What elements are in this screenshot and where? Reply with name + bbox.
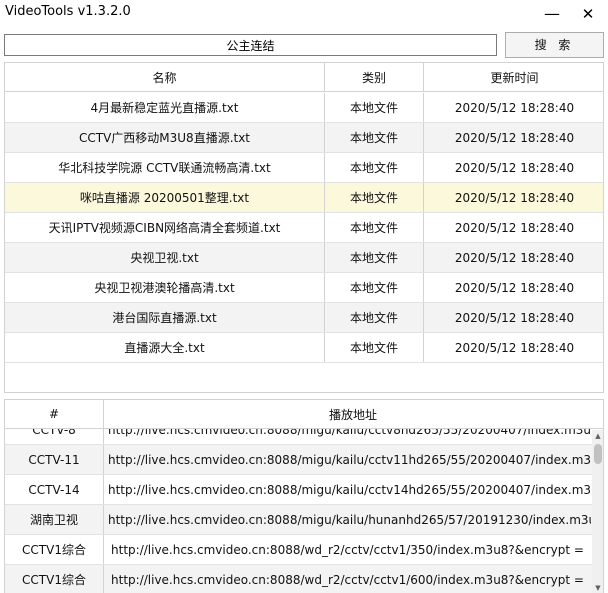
file-table-header: 名称 类别 更新时间 xyxy=(5,63,603,92)
channel-name-cell: CCTV1综合 xyxy=(5,535,104,564)
file-name-cell: 华北科技学院源 CCTV联通流畅高清.txt xyxy=(5,153,325,182)
file-type-cell: 本地文件 xyxy=(325,123,424,152)
channel-name-cell: 湖南卫视 xyxy=(5,505,104,534)
channel-name-cell: CCTV-11 xyxy=(5,445,104,474)
file-type-cell: 本地文件 xyxy=(325,273,424,302)
scroll-down-icon[interactable]: ▼ xyxy=(592,582,603,593)
play-url-cell: http://live.hcs.cmvideo.cn:8088/wd_r2/cc… xyxy=(111,542,584,557)
file-name-cell: 4月最新稳定蓝光直播源.txt xyxy=(5,93,325,122)
file-type-cell: 本地文件 xyxy=(325,93,424,122)
table-row[interactable]: 央视卫视港澳轮播高清.txt 本地文件 2020/5/12 18:28:40 xyxy=(5,273,603,303)
updated-time-cell: 2020/5/12 18:28:40 xyxy=(454,190,575,205)
play-url-cell: http://live.hcs.cmvideo.cn:8088/wd_r2/cc… xyxy=(111,572,584,587)
updated-time-cell: 2020/5/12 18:28:40 xyxy=(454,220,575,235)
table-row[interactable]: CCTV-11 http://live.hcs.cmvideo.cn:8088/m… xyxy=(5,445,593,475)
file-name-cell: 港台国际直播源.txt xyxy=(5,303,325,332)
close-icon[interactable]: ✕ xyxy=(574,0,602,28)
table-row[interactable]: CCTV1综合 http://live.hcs.cmvideo.cn:8088/w… xyxy=(5,565,593,593)
file-name-cell: CCTV广西移动M3U8直播源.txt xyxy=(5,123,325,152)
search-button[interactable]: 搜 索 xyxy=(505,32,604,58)
scroll-up-icon[interactable]: ▲ xyxy=(592,430,603,442)
channel-name-cell: CCTV-14 xyxy=(5,475,104,504)
updated-time-cell: 2020/5/12 18:28:40 xyxy=(454,100,575,115)
vertical-scrollbar[interactable]: ▲ ▼ xyxy=(592,430,603,593)
minimize-icon[interactable]: — xyxy=(538,0,566,28)
column-header-url[interactable]: 播放地址 xyxy=(104,400,602,428)
play-url-cell: http://live.hcs.cmvideo.cn:8088/migu/kai… xyxy=(108,452,591,467)
file-type-cell: 本地文件 xyxy=(325,183,424,212)
updated-time-cell: 2020/5/12 18:28:40 xyxy=(454,310,575,325)
file-name-cell: 央视卫视.txt xyxy=(5,243,325,272)
file-name-cell: 天讯IPTV视频源CIBN网络高清全套频道.txt xyxy=(5,213,325,242)
table-row[interactable]: CCTV-8 http://live.hcs.cmvideo.cn:8088/mi… xyxy=(5,429,593,445)
table-row[interactable]: CCTV1综合 http://live.hcs.cmvideo.cn:8088/w… xyxy=(5,535,593,565)
file-type-cell: 本地文件 xyxy=(325,213,424,242)
file-name-cell: 央视卫视港澳轮播高清.txt xyxy=(5,273,325,302)
table-row[interactable]: CCTV-14 http://live.hcs.cmvideo.cn:8088/m… xyxy=(5,475,593,505)
play-url-cell: http://live.hcs.cmvideo.cn:8088/migu/kai… xyxy=(108,429,591,437)
table-row[interactable]: CCTV广西移动M3U8直播源.txt 本地文件 2020/5/12 18:28:4… xyxy=(5,123,603,153)
column-header-type[interactable]: 类别 xyxy=(325,63,424,91)
column-header-index[interactable]: # xyxy=(5,400,104,428)
table-row[interactable]: 港台国际直播源.txt 本地文件 2020/5/12 18:28:40 xyxy=(5,303,603,333)
url-rows: CCTV-8 http://live.hcs.cmvideo.cn:8088/mi… xyxy=(5,429,603,593)
url-table-header: # 播放地址 xyxy=(5,400,603,429)
play-url-cell: http://live.hcs.cmvideo.cn:8088/migu/kai… xyxy=(108,482,591,497)
title-bar: VideoTools v1.3.2.0 — ✕ xyxy=(0,0,608,28)
file-type-cell: 本地文件 xyxy=(325,153,424,182)
file-list-table: 名称 类别 更新时间 4月最新稳定蓝光直播源.txt 本地文件 2020/5/12 … xyxy=(4,62,604,393)
table-row[interactable]: 天讯IPTV视频源CIBN网络高清全套频道.txt 本地文件 2020/5/12 1… xyxy=(5,213,603,243)
table-row[interactable]: 直播源大全.txt 本地文件 2020/5/12 18:28:40 xyxy=(5,333,603,363)
table-row[interactable]: 4月最新稳定蓝光直播源.txt 本地文件 2020/5/12 18:28:40 xyxy=(5,93,603,123)
channel-name-cell: CCTV-8 xyxy=(5,429,104,444)
updated-time-cell: 2020/5/12 18:28:40 xyxy=(454,280,575,295)
file-name-cell: 咪咕直播源 20200501整理.txt xyxy=(5,183,325,212)
updated-time-cell: 2020/5/12 18:28:40 xyxy=(454,340,575,355)
search-input[interactable] xyxy=(4,34,497,56)
table-row[interactable]: 央视卫视.txt 本地文件 2020/5/12 18:28:40 xyxy=(5,243,603,273)
file-name-cell: 直播源大全.txt xyxy=(5,333,325,362)
file-type-cell: 本地文件 xyxy=(325,333,424,362)
updated-time-cell: 2020/5/12 18:28:40 xyxy=(454,160,575,175)
play-url-cell: http://live.hcs.cmvideo.cn:8088/migu/kai… xyxy=(108,512,591,527)
scrollbar-thumb[interactable] xyxy=(594,444,602,464)
updated-time-cell: 2020/5/12 18:28:40 xyxy=(454,250,575,265)
column-header-name[interactable]: 名称 xyxy=(5,63,325,91)
table-row[interactable]: 华北科技学院源 CCTV联通流畅高清.txt 本地文件 2020/5/12 18:2… xyxy=(5,153,603,183)
window-title: VideoTools v1.3.2.0 xyxy=(5,4,131,19)
file-type-cell: 本地文件 xyxy=(325,243,424,272)
file-type-cell: 本地文件 xyxy=(325,303,424,332)
updated-time-cell: 2020/5/12 18:28:40 xyxy=(454,130,575,145)
table-row[interactable]: 咪咕直播源 20200501整理.txt 本地文件 2020/5/12 18:28:… xyxy=(5,183,603,213)
channel-name-cell: CCTV1综合 xyxy=(5,565,104,593)
column-header-updated[interactable]: 更新时间 xyxy=(424,63,603,91)
url-list-table: # 播放地址 CCTV-8 http://live.hcs.cmvideo.cn:… xyxy=(4,399,604,593)
table-row[interactable]: 湖南卫视 http://live.hcs.cmvideo.cn:8088/migu… xyxy=(5,505,593,535)
